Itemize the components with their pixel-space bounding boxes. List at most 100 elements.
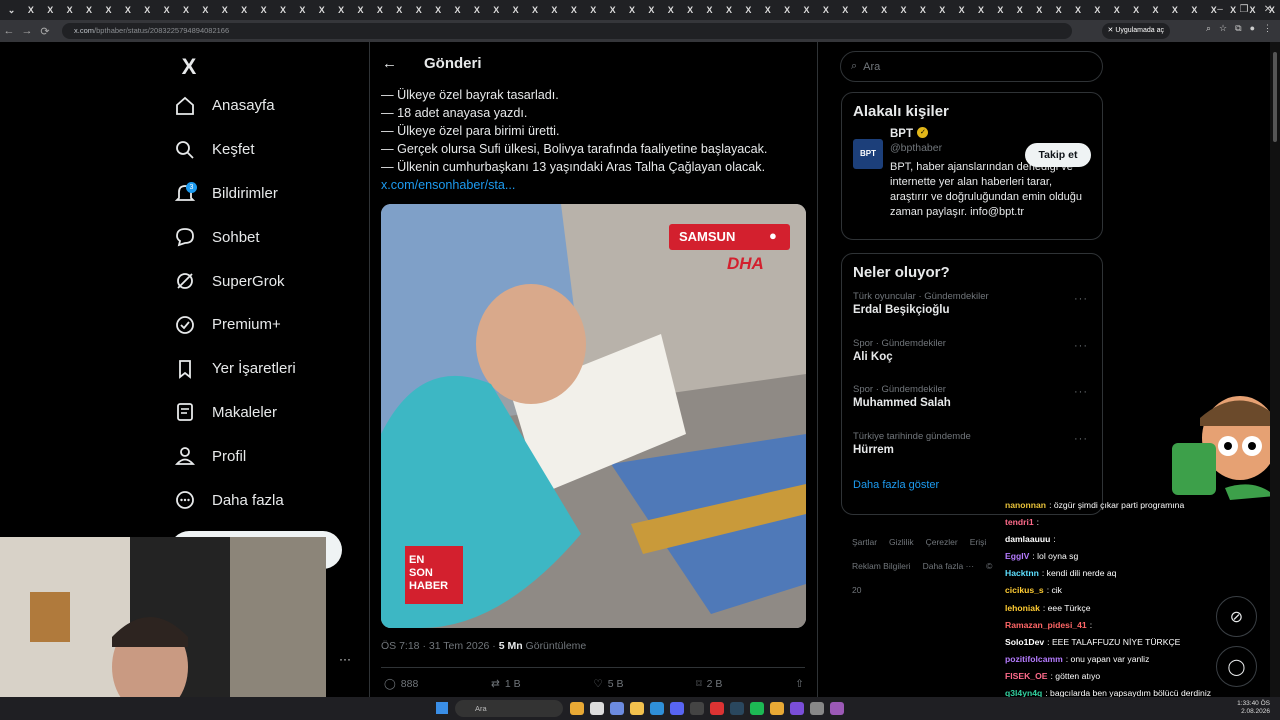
footer-link[interactable]: Çerezler bbox=[926, 537, 958, 547]
footer-link[interactable]: Şartlar bbox=[852, 537, 877, 547]
browser-tab[interactable]: X bbox=[178, 3, 194, 17]
browser-tab[interactable]: X bbox=[314, 3, 330, 17]
browser-tab[interactable]: X bbox=[547, 3, 563, 17]
browser-tab[interactable]: X bbox=[1109, 3, 1125, 17]
open-in-app-button[interactable]: ✕ Uygulamada aç bbox=[1101, 23, 1170, 39]
browser-tab[interactable]: X bbox=[508, 3, 524, 17]
browser-tab[interactable]: X bbox=[236, 3, 252, 17]
browser-tab[interactable]: X bbox=[624, 3, 640, 17]
browser-tab[interactable]: X bbox=[469, 3, 485, 17]
browser-tab[interactable]: X bbox=[411, 3, 427, 17]
tweet-link[interactable]: x.com/ensonhaber/sta... bbox=[381, 176, 817, 194]
tab-search-icon[interactable]: ⌄ bbox=[4, 3, 20, 17]
browser-tab[interactable]: X bbox=[42, 3, 58, 17]
browser-tab[interactable]: X bbox=[1186, 3, 1202, 17]
browser-tab[interactable]: X bbox=[857, 3, 873, 17]
browser-tab[interactable]: X bbox=[101, 3, 117, 17]
nav-item-supergrok[interactable]: SuperGrok bbox=[170, 259, 360, 303]
browser-tab[interactable]: X bbox=[837, 3, 853, 17]
menu-dots-icon[interactable]: ⋮ bbox=[1263, 23, 1272, 34]
browser-tab[interactable]: X bbox=[372, 3, 388, 17]
browser-tab[interactable]: X bbox=[585, 3, 601, 17]
reload-icon[interactable]: ⟳ bbox=[36, 25, 54, 38]
footer-link[interactable]: Erişi bbox=[970, 537, 987, 547]
edge-icon[interactable] bbox=[650, 702, 664, 715]
follow-button[interactable]: Takip et bbox=[1025, 143, 1091, 167]
browser-tab[interactable]: X bbox=[682, 3, 698, 17]
discord-icon[interactable] bbox=[670, 702, 684, 715]
extensions-icon[interactable]: ⧉ bbox=[1235, 23, 1241, 34]
browser-tab[interactable]: X bbox=[876, 3, 892, 17]
nav-item-premium-[interactable]: Premium+ bbox=[170, 303, 360, 347]
browser-tab[interactable]: X bbox=[23, 3, 39, 17]
copilot-icon[interactable] bbox=[610, 702, 624, 715]
steam-icon[interactable] bbox=[730, 702, 744, 715]
browser-tab[interactable]: X bbox=[993, 3, 1009, 17]
zoom-icon[interactable]: ⌕ bbox=[1206, 23, 1211, 34]
browser-tab[interactable]: X bbox=[566, 3, 582, 17]
footer-link[interactable]: Daha fazla ··· bbox=[923, 561, 975, 571]
folder-icon[interactable] bbox=[630, 702, 644, 715]
browser-tab[interactable]: X bbox=[1167, 3, 1183, 17]
browser-tab[interactable]: X bbox=[896, 3, 912, 17]
windows-start-icon[interactable] bbox=[436, 702, 448, 714]
nav-item-daha-fazla[interactable]: Daha fazla bbox=[170, 478, 360, 522]
browser-tab[interactable]: X bbox=[973, 3, 989, 17]
browser-tab[interactable]: X bbox=[643, 3, 659, 17]
nav-item-sohbet[interactable]: Sohbet bbox=[170, 215, 360, 259]
browser-tab[interactable]: X bbox=[488, 3, 504, 17]
more-options-icon[interactable]: ··· bbox=[1074, 386, 1088, 398]
nav-item-makaleler[interactable]: Makaleler bbox=[170, 391, 360, 435]
app-purple-icon[interactable] bbox=[790, 702, 804, 715]
browser-tab[interactable]: X bbox=[527, 3, 543, 17]
browser-tab[interactable]: X bbox=[430, 3, 446, 17]
browser-tab[interactable]: X bbox=[934, 3, 950, 17]
x-logo[interactable]: X bbox=[172, 50, 206, 84]
profile-browser-icon[interactable]: ● bbox=[1250, 23, 1255, 34]
browser-tab[interactable]: X bbox=[760, 3, 776, 17]
browser-tab[interactable]: X bbox=[1128, 3, 1144, 17]
app-red-icon[interactable] bbox=[710, 702, 724, 715]
search-input[interactable]: ⌕ Ara bbox=[840, 51, 1103, 82]
chrome-alt-icon[interactable] bbox=[770, 702, 784, 715]
more-options-icon[interactable]: ··· bbox=[1074, 433, 1088, 445]
reply-button[interactable]: ◯ 888 bbox=[384, 678, 418, 690]
trend-item[interactable]: Spor · Gündemdekiler Muhammed Salah ··· bbox=[842, 378, 1102, 425]
more-options-icon[interactable]: ··· bbox=[1074, 293, 1088, 305]
browser-tab[interactable]: X bbox=[818, 3, 834, 17]
nav-item-keşfet[interactable]: Keşfet bbox=[170, 128, 360, 172]
browser-tab[interactable]: X bbox=[954, 3, 970, 17]
back-arrow-icon[interactable]: ← bbox=[382, 55, 406, 72]
restore-icon[interactable]: ❐ bbox=[1232, 0, 1256, 20]
browser-tab[interactable]: X bbox=[120, 3, 136, 17]
browser-tab[interactable]: X bbox=[1051, 3, 1067, 17]
footer-link[interactable]: Reklam Bilgileri bbox=[852, 561, 911, 571]
url-field[interactable]: x.com/bpthaber/status/208322579489408216… bbox=[62, 23, 1072, 39]
browser-tab[interactable]: X bbox=[1148, 3, 1164, 17]
browser-tab[interactable]: X bbox=[450, 3, 466, 17]
app-chat-icon[interactable] bbox=[830, 702, 844, 715]
browser-tab[interactable]: X bbox=[1012, 3, 1028, 17]
browser-tab[interactable]: X bbox=[275, 3, 291, 17]
browser-tab[interactable]: X bbox=[799, 3, 815, 17]
browser-tab[interactable]: X bbox=[915, 3, 931, 17]
taskbar-search[interactable]: Ara bbox=[455, 700, 563, 717]
spotify-icon[interactable] bbox=[750, 702, 764, 715]
browser-tab[interactable]: X bbox=[702, 3, 718, 17]
nav-item-profil[interactable]: Profil bbox=[170, 434, 360, 478]
browser-tab[interactable]: X bbox=[391, 3, 407, 17]
repost-button[interactable]: ⇄ 1 B bbox=[491, 678, 521, 690]
browser-tab[interactable]: X bbox=[159, 3, 175, 17]
browser-tab[interactable]: X bbox=[605, 3, 621, 17]
browser-tab[interactable]: X bbox=[294, 3, 310, 17]
time-text[interactable]: ÖS 7:18 · 31 Tem 2026 · bbox=[381, 640, 499, 652]
scrollbar-thumb[interactable] bbox=[1273, 52, 1277, 142]
back-nav-icon[interactable]: ← bbox=[0, 25, 18, 37]
trend-item[interactable]: Türkiye tarihinde gündemde Hürrem ··· bbox=[842, 425, 1102, 472]
forward-nav-icon[interactable]: → bbox=[18, 25, 36, 37]
browser-tab[interactable]: X bbox=[139, 3, 155, 17]
nav-item-yer-i-şaretleri[interactable]: Yer İşaretleri bbox=[170, 347, 360, 391]
trend-item[interactable]: Spor · Gündemdekiler Ali Koç ··· bbox=[842, 332, 1102, 379]
tweet-video[interactable]: SAMSUN ● DHA EN SON HABER bbox=[381, 204, 806, 628]
bookmark-button[interactable]: ⌑ 2 B bbox=[696, 678, 722, 690]
